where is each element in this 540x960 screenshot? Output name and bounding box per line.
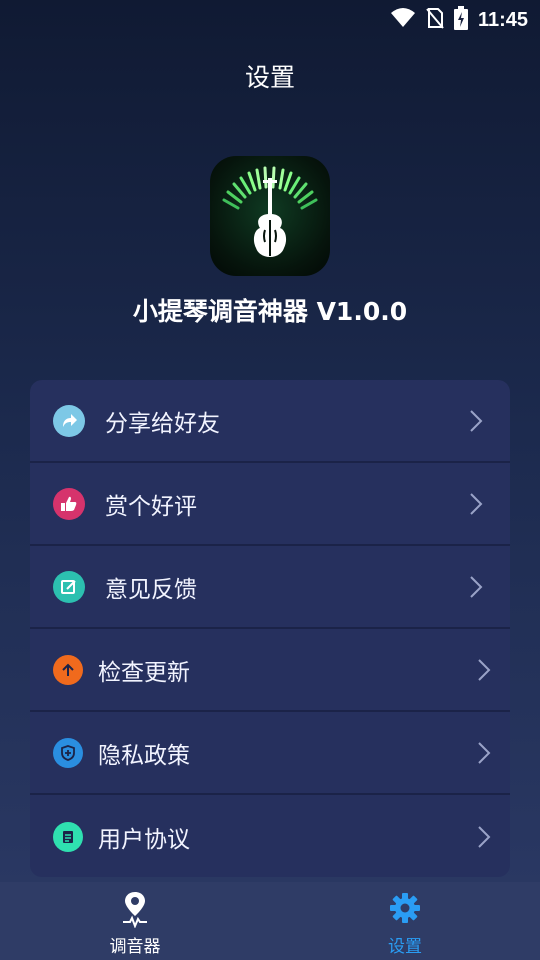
tab-tuner-label: 调音器 xyxy=(109,937,161,957)
tab-settings[interactable]: 设置 xyxy=(270,882,540,960)
privacy-shield-icon xyxy=(53,737,83,768)
menu-item-privacy[interactable]: 隐私政策 xyxy=(30,712,510,795)
chevron-right-icon xyxy=(476,658,492,682)
status-time: 11:45 xyxy=(477,8,528,31)
thumbs-up-icon xyxy=(53,487,85,520)
menu-item-label: 赏个好评 xyxy=(105,493,197,520)
menu-item-share[interactable]: 分享给好友 xyxy=(30,380,510,463)
share-icon xyxy=(53,404,85,437)
chevron-right-icon xyxy=(476,741,492,765)
status-bar: 11:45 xyxy=(0,0,540,36)
agreement-doc-icon xyxy=(53,821,83,852)
menu-item-feedback[interactable]: 意见反馈 xyxy=(30,546,510,629)
tab-settings-label: 设置 xyxy=(388,937,422,957)
menu-item-label: 检查更新 xyxy=(98,659,190,686)
feedback-edit-icon xyxy=(53,570,85,603)
tuner-pin-icon xyxy=(120,890,150,932)
menu-item-check-update[interactable]: 检查更新 xyxy=(30,629,510,712)
violin-tuner-logo xyxy=(210,156,330,276)
chevron-right-icon xyxy=(468,409,484,433)
battery-charging-icon xyxy=(453,6,468,34)
chevron-right-icon xyxy=(468,492,484,516)
update-arrow-icon xyxy=(53,654,83,685)
app-name: 小提琴调音神器 V1.0.0 xyxy=(132,297,408,326)
bottom-nav: 调音器 设置 xyxy=(0,882,540,960)
chevron-right-icon xyxy=(468,575,484,599)
wifi-icon xyxy=(390,7,416,33)
chevron-right-icon xyxy=(476,825,492,849)
page-title: 设置 xyxy=(244,63,295,92)
menu-item-rate[interactable]: 赏个好评 xyxy=(30,463,510,546)
settings-gear-icon xyxy=(389,892,421,928)
menu-item-label: 分享给好友 xyxy=(105,410,220,437)
tab-tuner[interactable]: 调音器 xyxy=(0,882,270,960)
menu-item-user-agreement[interactable]: 用户协议 xyxy=(30,795,510,877)
menu-item-label: 隐私政策 xyxy=(98,742,190,769)
no-sim-icon xyxy=(426,7,444,33)
menu-item-label: 意见反馈 xyxy=(105,576,197,603)
settings-menu: 分享给好友 赏个好评 意见反馈 检查更新 隐私政策 用户协议 xyxy=(30,380,510,877)
menu-item-label: 用户协议 xyxy=(98,826,190,853)
